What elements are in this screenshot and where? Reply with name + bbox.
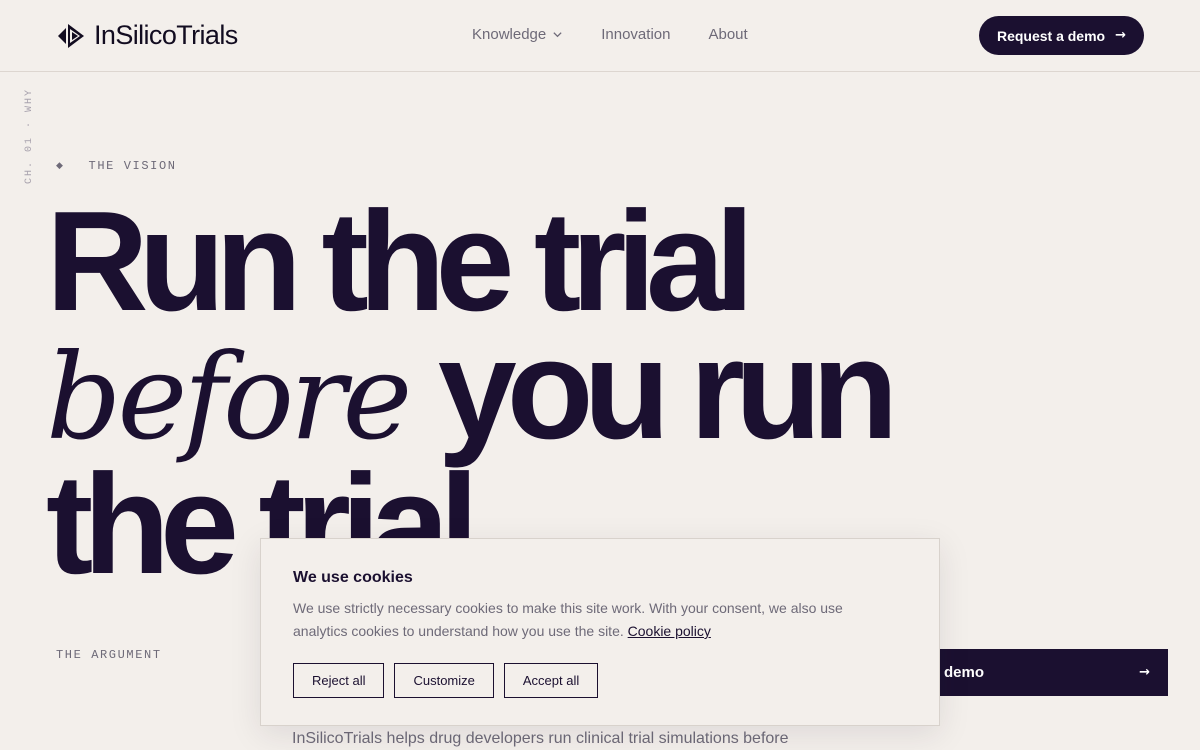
demo-cta-bar[interactable]: demo →: [900, 649, 1168, 696]
intro-paragraph: InSilicoTrials helps drug developers run…: [292, 730, 789, 747]
cookie-text: We use strictly necessary cookies to mak…: [293, 597, 893, 643]
headline-line-1: Run the trial: [46, 182, 754, 341]
main-nav: Knowledge Innovation About: [472, 26, 748, 43]
nav-about[interactable]: About: [708, 26, 747, 43]
brand-name: InSilicoTrials: [94, 20, 238, 50]
headline-line-2: before you run: [46, 319, 1146, 462]
reject-all-button[interactable]: Reject all: [293, 663, 385, 698]
nav-about-label: About: [708, 26, 748, 43]
nav-innovation[interactable]: Innovation: [601, 26, 670, 43]
nav-knowledge[interactable]: Knowledge: [472, 26, 563, 43]
hero-headline: Run the trial before you run the trial: [46, 182, 1146, 596]
brand-logo[interactable]: InSilicoTrials: [56, 20, 238, 51]
diamond-icon: ◆: [56, 161, 65, 171]
arrow-right-icon: →: [1139, 665, 1150, 680]
nav-knowledge-label: Knowledge: [472, 26, 547, 43]
nav-innovation-label: Innovation: [601, 26, 671, 43]
site-header: InSilicoTrials Knowledge Innovation Abou…: [0, 0, 1200, 72]
demo-cta-label: demo: [944, 664, 985, 681]
logo-mark-icon: [58, 23, 84, 48]
cookie-policy-link[interactable]: Cookie policy: [628, 623, 711, 639]
headline-line-2-rest: you run: [408, 310, 899, 469]
chapter-label: CH. 01 · WHY: [24, 87, 35, 184]
accept-all-button[interactable]: Accept all: [503, 663, 599, 698]
arrow-right-icon: →: [1115, 28, 1126, 43]
customize-button[interactable]: Customize: [394, 663, 494, 698]
cookie-buttons: Reject all Customize Accept all: [293, 663, 907, 698]
request-demo-label: Request a demo: [996, 27, 1106, 44]
cookie-description: We use strictly necessary cookies to mak…: [293, 600, 843, 639]
cookie-consent-dialog: We use cookies We use strictly necessary…: [260, 538, 940, 726]
request-demo-button[interactable]: Request a demo →: [978, 16, 1144, 55]
cookie-title: We use cookies: [293, 569, 413, 586]
chevron-down-icon: [553, 32, 562, 38]
section-eyebrow: ◆ THE VISION: [56, 159, 177, 173]
eyebrow-label: THE VISION: [88, 159, 177, 173]
argument-label: THE ARGUMENT: [56, 648, 162, 662]
